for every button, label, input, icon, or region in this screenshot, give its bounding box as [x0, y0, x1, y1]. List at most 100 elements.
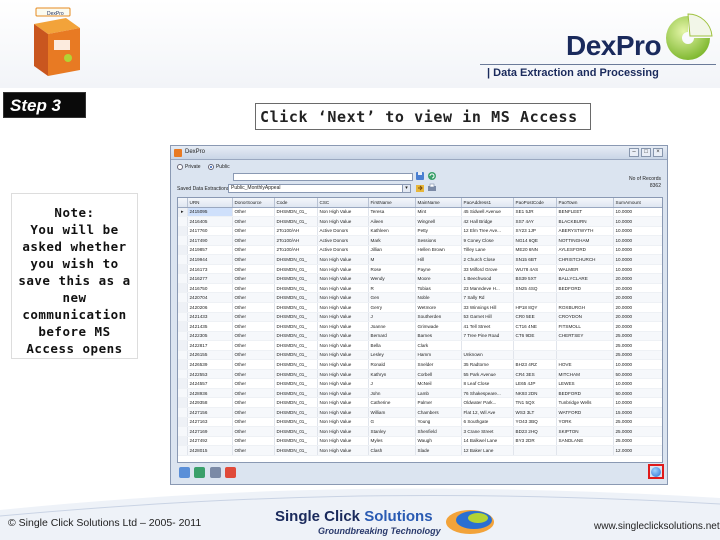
column-header[interactable]: PaoPostCode [513, 198, 557, 208]
table-row[interactable]: 2422817 Other DHSMDN_01_ Non High Value Bell… [178, 340, 662, 351]
table-cell: Non High Value [317, 369, 369, 380]
name-input[interactable] [233, 173, 413, 181]
table-cell: DHSMDN_01_ [274, 340, 318, 351]
table-cell [513, 292, 557, 303]
table-cell: 12 Baker Lane [461, 445, 514, 456]
table-cell: 50.0000 [613, 388, 662, 399]
table-row[interactable]: 2416405 Other DHSMDN_01_ Non High Value Aile… [178, 216, 662, 227]
table-row[interactable]: 2421435 Other DHSMDN_01_ Non High Value Joan… [178, 321, 662, 332]
visibility-options: Private Public [177, 164, 236, 172]
table-cell: NG14 6QE [513, 235, 557, 246]
table-row[interactable]: 2417760 Other 2To100/AH Active Donors Kathle… [178, 226, 662, 237]
saved-extractions-select[interactable]: Public_MonthlyAppeal ▾ [228, 184, 411, 193]
private-radio[interactable] [177, 164, 183, 170]
table-row[interactable]: 2422553 Other DHSMDN_01_ Non High Value Kath… [178, 369, 662, 380]
table-cell: Other [232, 331, 275, 342]
table-cell: 20.0000 [613, 283, 662, 294]
table-row[interactable]: 2420704 Other DHSMDN_01_ Non High Value Gen N… [178, 292, 662, 303]
table-cell: Other [232, 388, 275, 399]
table-cell: Petty [415, 226, 462, 237]
table-cell: 76 Shakespeare... [461, 388, 514, 399]
table-cell: 2422817 [187, 340, 233, 351]
table-row[interactable]: 2420206 Other DHSMDN_01_ Non High Value Gerr… [178, 302, 662, 313]
table-row[interactable]: 2427163 Other DHSMDN_01_ Non High Value G You… [178, 417, 662, 428]
table-cell: John [368, 388, 416, 399]
table-row[interactable]: 2427169 Other DHSMDN_01_ Non High Value Stan… [178, 426, 662, 437]
table-cell: Other [232, 226, 275, 237]
print-icon[interactable] [427, 183, 437, 193]
table-cell: SY23 1JP [513, 226, 557, 237]
table-row[interactable]: 2416277 Other DHSMDN_01_ Non High Value Wend… [178, 273, 662, 284]
table-cell: Other [232, 292, 275, 303]
table-cell: Joanne [368, 321, 416, 332]
table-cell: 25.0000 [613, 426, 662, 437]
table-cell: CHERTSEY [556, 331, 614, 342]
table-cell: 42 Hall Bridge [461, 216, 514, 227]
maximize-button[interactable]: □ [641, 148, 651, 157]
table-row[interactable]: 2416750 Other DHSMDN_01_ Non High Value R Tob… [178, 283, 662, 294]
minimize-button[interactable]: – [629, 148, 639, 157]
table-row[interactable]: 2427156 Other DHSMDN_01_ Non High Value Will… [178, 407, 662, 418]
table-cell: Other [232, 312, 275, 323]
table-cell: Shenfield [415, 426, 462, 437]
refresh-icon[interactable] [427, 171, 437, 181]
note-text: Note: You will be asked whether you wish to… [12, 194, 137, 357]
table-row[interactable]: 2416173 Other DHSMDN_01_ Non High Value Rose… [178, 264, 662, 275]
column-header[interactable]: SumAmount [613, 198, 662, 208]
close-button[interactable]: × [653, 148, 663, 157]
table-row[interactable]: 2417490 Other 2To100/AH Active Donors Mark Se… [178, 235, 662, 246]
column-header[interactable]: FirstName [368, 198, 416, 208]
table-cell: SKIPTON [556, 426, 614, 437]
table-cell: Bella [368, 340, 416, 351]
table-row[interactable]: 2428936 Other DHSMDN_01_ Non High Value John… [178, 388, 662, 399]
footer-url: www.singleclicksolutions.net [594, 521, 720, 532]
column-header[interactable]: PaoTown [556, 198, 614, 208]
table-cell: SN25 4SQ [513, 283, 557, 294]
column-header[interactable]: DonorSource [232, 198, 275, 208]
footer-logo: Single Click Solutions [275, 508, 433, 525]
public-label: Public [215, 164, 230, 170]
column-header[interactable]: CSC [317, 198, 369, 208]
table-cell: DHSMDN_01_ [274, 283, 318, 294]
table-cell: 2420206 [187, 302, 233, 313]
table-cell: Waugh [415, 436, 462, 447]
row-indicator [178, 350, 188, 361]
table-cell: Young [415, 417, 462, 428]
table-cell: Non High Value [317, 283, 369, 294]
column-header[interactable]: PaoAddress1 [461, 198, 514, 208]
table-cell: DHSMDN_01_ [274, 302, 318, 313]
table-row[interactable]: 2419857 Other 2To100/AH Active Donors Jillia… [178, 245, 662, 256]
table-cell: 2416277 [187, 273, 233, 284]
table-row[interactable]: 2427492 Other DHSMDN_01_ Non High Value Myle… [178, 436, 662, 447]
column-header[interactable]: Code [274, 198, 318, 208]
table-cell: 33 Winnings Hill [461, 302, 514, 313]
public-radio[interactable] [207, 164, 214, 170]
table-row[interactable]: ▸ 2415095 Other DHSMDN_01_ Non High Value Ter… [178, 207, 662, 218]
results-grid[interactable]: URN DonorSource Code CSC FirstName MainName Pa… [177, 197, 663, 463]
table-cell: 2426539 [187, 359, 233, 370]
table-cell: Non High Value [317, 359, 369, 370]
table-cell: Gerry [368, 302, 416, 313]
table-cell: Oldwater Park... [461, 397, 514, 408]
table-row[interactable]: 2426155 Other DHSMDN_01_ Non High Value Lesl… [178, 350, 662, 361]
table-cell: YORK [556, 417, 614, 428]
table-row[interactable]: 2428015 Other DHSMDN_01_ Non High Value Clas… [178, 445, 662, 456]
export-icon[interactable] [415, 183, 425, 193]
table-cell: Myles [368, 436, 416, 447]
table-row[interactable]: 2426539 Other DHSMDN_01_ Non High Value Rona… [178, 359, 662, 370]
table-cell: Non High Value [317, 426, 369, 437]
column-header[interactable]: MainName [415, 198, 462, 208]
column-header[interactable]: URN [187, 198, 233, 208]
table-row[interactable]: 2424557 Other DHSMDN_01_ Non High Value J McN… [178, 378, 662, 389]
save-icon[interactable] [415, 171, 425, 181]
table-cell: CHRISTCHURCH [556, 254, 614, 265]
table-row[interactable]: 2421433 Other DHSMDN_01_ Non High Value J Sou… [178, 312, 662, 323]
table-row[interactable]: 2419944 Other DHSMDN_01_ Non High Value M Hil… [178, 254, 662, 265]
table-cell: 2427156 [187, 407, 233, 418]
table-row[interactable]: 2422305 Other DHSMDN_01_ Non High Value Bern… [178, 331, 662, 342]
row-indicator [178, 321, 188, 332]
table-cell [461, 340, 514, 351]
step-label: Step 3 [3, 92, 86, 118]
table-cell: Other [232, 235, 275, 246]
table-row[interactable]: 2429358 Other DHSMDN_01_ Non High Value Cath… [178, 397, 662, 408]
